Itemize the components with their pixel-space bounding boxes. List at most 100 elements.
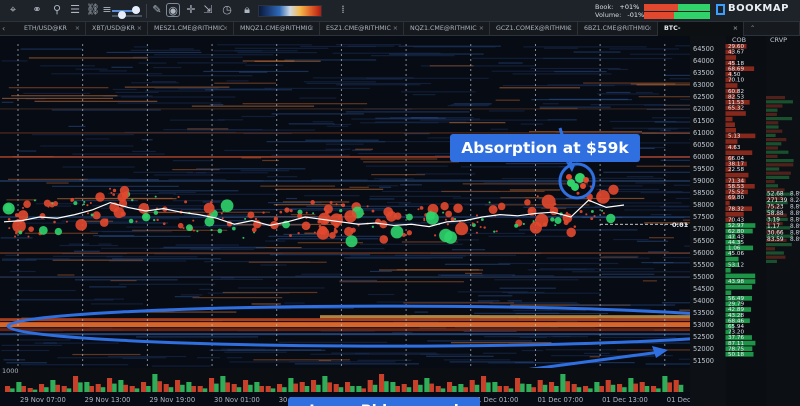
liquidity-streak — [242, 103, 368, 105]
tab-6bz1[interactable]: 6BZ1.CME@RITHMIC × — [578, 22, 658, 36]
liquidity-streak — [222, 291, 318, 294]
close-icon[interactable]: × — [75, 22, 80, 36]
tabs-scroll-left-icon[interactable]: ‹ — [2, 22, 5, 36]
close-icon[interactable]: × — [479, 22, 484, 36]
liquidity-streak — [551, 355, 673, 357]
volume-bar — [327, 382, 332, 392]
sell-trade-bubble — [112, 188, 117, 193]
nodes-icon[interactable]: ⚲ — [50, 3, 64, 17]
liquidity-streak — [264, 87, 370, 90]
crvp-volume-bar — [766, 247, 776, 251]
heatmap-color-scale[interactable] — [258, 5, 322, 17]
pencil-icon[interactable]: ✎ — [150, 3, 164, 17]
liquidity-streak — [310, 353, 440, 355]
crvp-volume-bar — [766, 255, 786, 259]
opacity-slider-knob[interactable] — [132, 6, 140, 14]
liquidity-streak — [132, 229, 228, 231]
volume-bar — [429, 383, 434, 392]
volume-bar — [146, 386, 151, 392]
liquidity-streak — [224, 149, 345, 152]
sell-trade-bubble — [529, 221, 542, 234]
close-icon[interactable]: × — [733, 22, 738, 36]
cob-ask-bar — [725, 116, 733, 122]
crvp-volume-bar — [766, 175, 790, 179]
liquidity-streak — [640, 192, 690, 194]
tab-nqz1[interactable]: NQZ1.CME@RITHMIC × — [404, 22, 490, 36]
heatmap-chart[interactable]: 0:01 1000 29 Nov 07:00 29 Nov 13:00 29 Nov 1… — [0, 36, 800, 406]
cob-value-label: 4.63 — [728, 145, 741, 151]
close-icon[interactable]: × — [137, 22, 142, 36]
liquidity-streak — [11, 95, 118, 97]
buy-trade-bubble — [590, 210, 594, 213]
resize-icon[interactable]: ⇲ — [201, 3, 215, 17]
tab-eth-usd[interactable]: ETH/USD@KR × — [18, 22, 86, 36]
crvp-value-label: 8.24 — [790, 198, 800, 204]
crosshair-icon[interactable]: ⌖ — [6, 3, 20, 17]
liquidity-streak — [245, 64, 284, 66]
liquidity-streak — [612, 127, 690, 129]
liquidity-streak — [85, 222, 169, 224]
liquidity-streak — [85, 178, 129, 180]
liquidity-streak — [336, 44, 402, 46]
crvp-value-label: 1.17 — [767, 224, 780, 230]
tab-mnqz1[interactable]: MNQZ1.CME@RITHMIC × — [234, 22, 320, 36]
cob-bid-bar — [725, 284, 753, 290]
tab-esz1[interactable]: ESZ1.CME@RITHMIC × — [320, 22, 404, 36]
timer-icon[interactable]: ◷ — [220, 3, 234, 17]
liquidity-streak — [260, 264, 287, 266]
close-icon[interactable]: × — [393, 22, 398, 36]
crosshair-plus-icon[interactable]: ✛ — [184, 3, 198, 17]
volume-bar — [481, 376, 487, 392]
sell-trade-bubble — [192, 229, 195, 232]
liquidity-streak — [520, 123, 544, 125]
volume-bar — [129, 386, 135, 392]
volume-bar — [61, 386, 67, 392]
sell-trade-bubble — [28, 226, 34, 233]
sell-trade-bubble — [585, 213, 588, 216]
liquidity-streak — [197, 357, 220, 359]
record-icon[interactable]: ◉ — [166, 3, 180, 17]
liquidity-streak — [288, 123, 335, 125]
contrast-slider-knob[interactable] — [118, 11, 126, 19]
tab-xbt-usd[interactable]: XBT/USD@KR × — [86, 22, 148, 36]
lock-icon[interactable]: 🔒︎ — [240, 3, 254, 17]
volume-bar — [282, 387, 287, 392]
volume-bar — [243, 380, 249, 392]
liquidity-streak — [51, 73, 163, 75]
tab-btc-usd[interactable]: BTC-USD:SP:MB@BMD× — [658, 22, 744, 46]
link-icon[interactable]: ⛓ — [86, 3, 100, 17]
tab-mesz1[interactable]: MESZ1.CME@RITHMIC × — [148, 22, 234, 36]
large-bids-band — [0, 333, 690, 336]
book-meter-buy — [678, 4, 710, 11]
liquidity-streak — [512, 275, 555, 277]
tabs-overflow-button[interactable]: ⌃ — [744, 22, 800, 36]
close-icon[interactable]: × — [647, 22, 652, 36]
contrast-slider[interactable] — [112, 15, 142, 17]
close-icon[interactable]: × — [223, 22, 228, 36]
volume-bar — [361, 388, 366, 392]
tab-label: ETH/USD@KR — [24, 25, 67, 32]
liquidity-streak — [23, 92, 91, 95]
bars-icon[interactable]: ⁞ — [336, 3, 350, 17]
liquidity-streak — [40, 65, 96, 67]
sell-trade-bubble — [273, 216, 279, 221]
crvp-volume-bar — [766, 125, 779, 129]
liquidity-streak — [482, 352, 517, 354]
close-icon[interactable]: × — [309, 22, 314, 36]
close-icon[interactable]: × — [567, 22, 572, 36]
share-icon[interactable]: ⚭ — [30, 3, 44, 17]
volume-bar — [384, 381, 389, 392]
liquidity-streak — [347, 257, 432, 259]
volume-bar — [55, 384, 60, 392]
sliders-icon[interactable]: ☰ — [68, 3, 82, 17]
tab-gcz1[interactable]: GCZ1.COMEX@RITHMIC × — [490, 22, 578, 36]
liquidity-streak — [325, 148, 351, 150]
liquidity-streak — [28, 57, 148, 59]
heatmap-svg[interactable]: 0:01 1000 29 Nov 07:00 29 Nov 13:00 29 Nov 1… — [0, 36, 800, 406]
cob-value-label: 43.67 — [728, 50, 744, 56]
sell-trade-bubble — [23, 200, 31, 209]
sell-trade-bubble — [419, 206, 424, 210]
toolbar: ⌖ ⚭ ⚲ ☰ ⛓ ≡ ✎ ◉ ✛ ⇲ ◷ 🔒︎ ⁞ Book: +01% Vol… — [0, 0, 800, 22]
buy-trade-bubble — [345, 235, 358, 248]
liquidity-streak — [99, 70, 127, 72]
